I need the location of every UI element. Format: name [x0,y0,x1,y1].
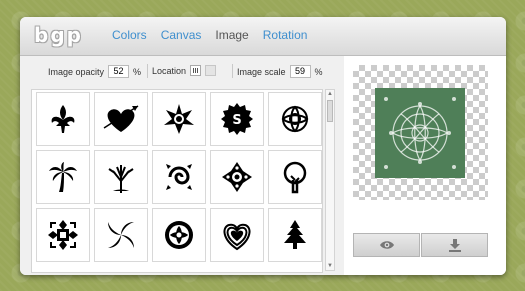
tab-bar: Colors Canvas Image Rotation [112,28,307,42]
image-cell[interactable] [94,150,148,204]
opacity-input[interactable] [108,65,130,78]
cartoon-tree-icon [283,161,307,194]
circular-damask-pattern [384,97,456,169]
image-cell[interactable] [36,208,90,262]
pattern-preview [353,65,488,200]
image-cell[interactable] [268,150,322,204]
opacity-unit: % [133,66,142,77]
concentric-heart-icon [223,223,251,251]
image-cell[interactable] [268,92,322,146]
scroll-thumb[interactable] [327,100,333,122]
download-button[interactable] [421,233,488,257]
damask-ornament-icon [48,220,78,250]
oak-tree-icon [105,161,137,193]
top-bar: bgp Colors Canvas Image Rotation [20,17,506,56]
swirl-ornament-icon [166,164,192,190]
eye-icon [379,241,394,249]
tab-canvas[interactable]: Canvas [161,28,202,42]
tab-rotation[interactable]: Rotation [263,28,308,42]
preview-panel [346,56,506,275]
scroll-down-icon[interactable]: ▼ [326,262,334,270]
scale-label: Image scale [237,66,286,77]
image-cell[interactable] [36,150,90,204]
divider [147,64,148,78]
location-control: Location [152,65,217,76]
image-cell[interactable] [268,208,322,262]
image-cell[interactable] [152,92,206,146]
heart-arrow-icon [103,105,139,132]
image-cell[interactable] [152,208,206,262]
circular-damask-icon [165,221,193,249]
dollar-seal-icon: S [221,103,253,135]
download-icon [448,238,461,252]
preview-button[interactable] [353,233,420,257]
image-panel: Image opacity % Location Image scale % [20,56,344,275]
location-tile-button[interactable] [190,65,202,76]
scale-control: Image scale % [237,65,323,78]
location-label: Location [152,65,187,76]
tab-colors[interactable]: Colors [112,28,147,42]
image-cell[interactable] [210,208,264,262]
image-cell[interactable] [94,92,148,146]
image-cell[interactable] [36,92,90,146]
image-cell[interactable] [94,208,148,262]
opacity-label: Image opacity [48,66,105,77]
image-controls: Image opacity % Location Image scale % [20,56,344,86]
image-cell[interactable] [210,150,264,204]
svg-text:S: S [232,113,241,128]
app-logo: bgp [34,23,83,47]
scroll-up-icon[interactable]: ▲ [326,90,334,98]
image-grid-scrollbar[interactable]: ▲ ▼ [325,89,335,271]
image-grid: S [31,89,323,273]
pattern-tile [375,88,465,178]
fleur-de-lis-icon [51,105,75,133]
image-cell[interactable]: S [210,92,264,146]
opacity-control: Image opacity % [48,65,141,78]
scale-input[interactable] [289,65,311,78]
app-window: bgp Colors Canvas Image Rotation Image o… [20,17,506,275]
flower-ornament-icon [222,162,252,192]
divider [232,64,233,78]
tab-image[interactable]: Image [215,28,248,42]
spiral-vortex-icon [108,222,134,248]
star-burst-icon [164,104,194,134]
scale-unit: % [314,66,323,77]
image-cell[interactable] [152,150,206,204]
palm-tree-icon [49,162,77,192]
location-center-button[interactable] [205,65,217,76]
celtic-knot-icon [281,105,309,133]
pine-tree-icon [284,220,306,249]
